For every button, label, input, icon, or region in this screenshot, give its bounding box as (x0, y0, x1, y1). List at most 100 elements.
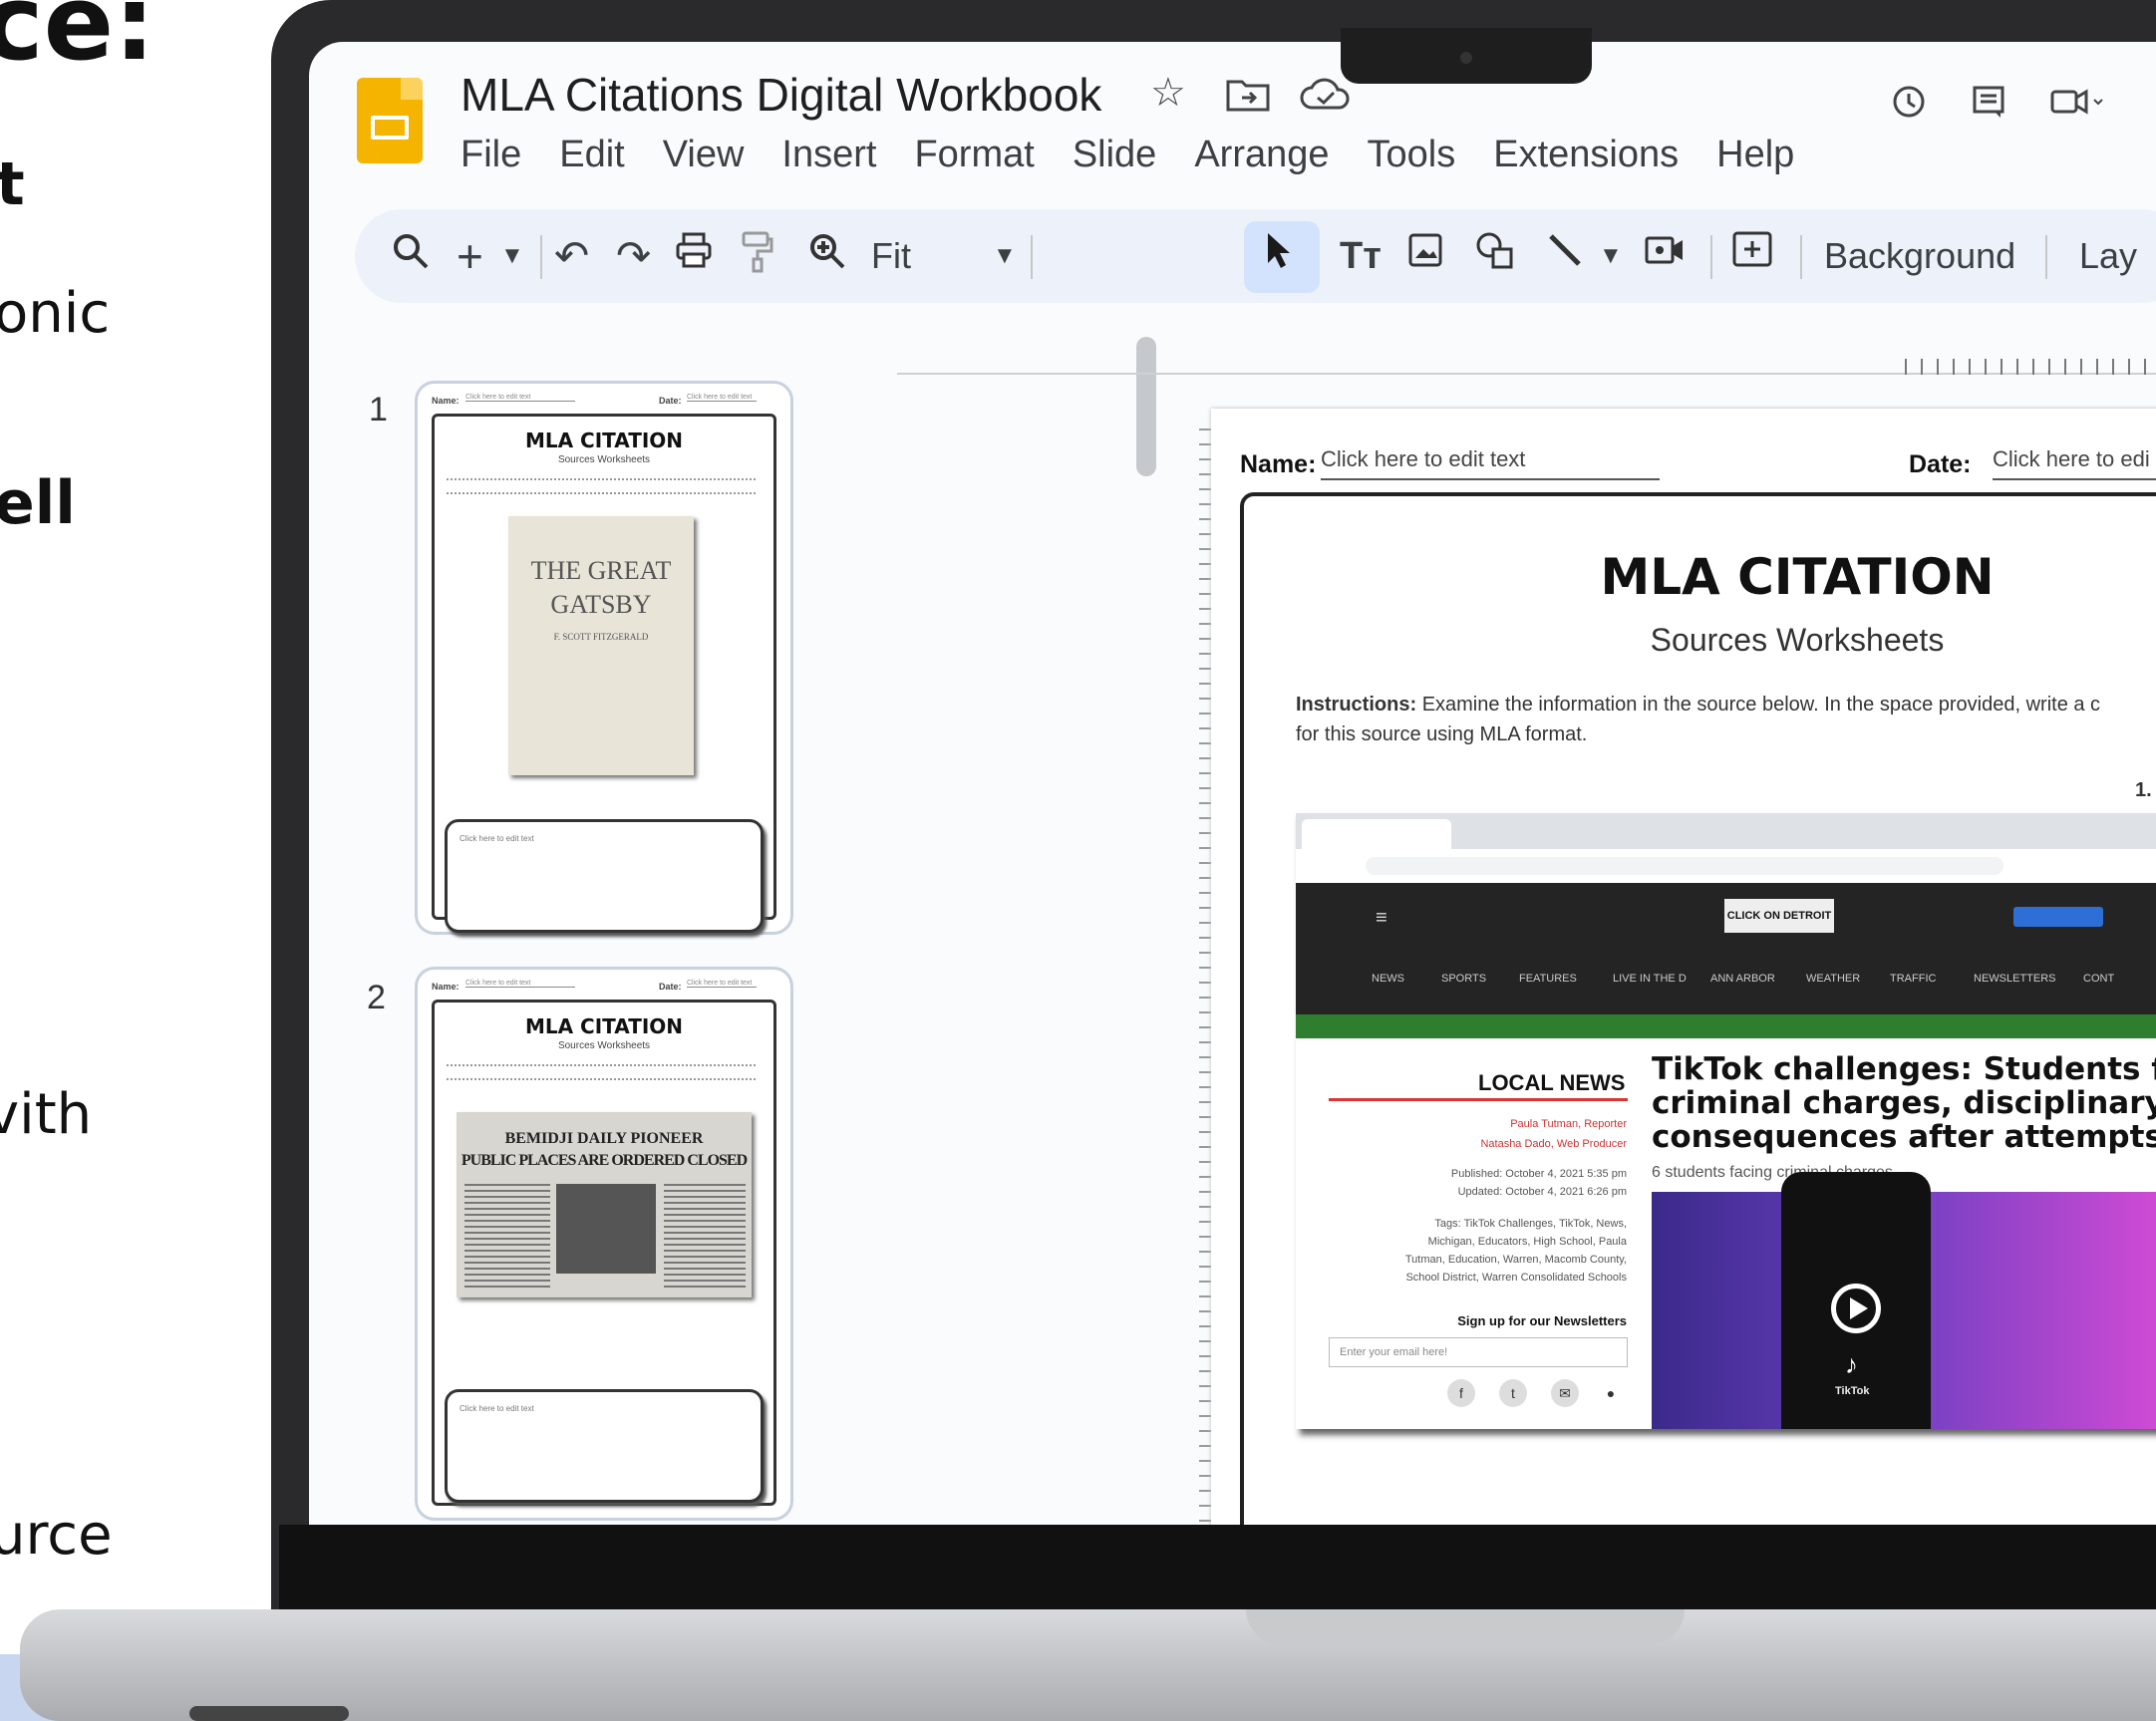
thumb-title: MLA CITATION (524, 1014, 684, 1038)
site-nav-traffic: TRAFFIC (1890, 973, 1937, 985)
article-author-2: Natasha Dado, Web Producer (1480, 1138, 1627, 1150)
newsletter-heading: Sign up for our Newsletters (1457, 1313, 1627, 1328)
newspaper-columns (664, 1184, 746, 1288)
browser-address-bar (1296, 849, 2156, 884)
instructions-text: Examine the information in the source be… (1421, 694, 2101, 716)
slide-canvas[interactable]: Name: Click here to edit text Date: Clic… (1211, 409, 2156, 1525)
newsletter-email-field: Enter your email here! (1329, 1337, 1628, 1367)
section-divider (1329, 1098, 1628, 1101)
instructions-line2: for this source using MLA format. (1296, 723, 1588, 745)
line-dropdown-icon[interactable]: ▼ (1599, 229, 1623, 283)
menu-file[interactable]: File (461, 134, 521, 176)
shape-icon[interactable] (1473, 229, 1517, 286)
email-icon: ✉ (1551, 1379, 1579, 1407)
horizontal-ruler-ticks (1905, 359, 2156, 375)
book-author: F. SCOTT FITZGERALD (553, 632, 649, 642)
thumb-name-label: Name: (432, 982, 460, 992)
facebook-icon: f (1447, 1379, 1475, 1407)
article-published: Published: October 4, 2021 5:35 pm (1450, 1168, 1627, 1180)
tiktok-icon: ♪ (1845, 1349, 1858, 1379)
name-label: Name: (1240, 450, 1317, 478)
site-nav-weather: WEATHER (1806, 973, 1861, 985)
menu-help[interactable]: Help (1716, 134, 1794, 176)
article-updated: Updated: October 4, 2021 6:26 pm (1457, 1186, 1627, 1198)
zoom-dropdown-icon[interactable]: ▼ (993, 229, 1017, 283)
new-slide-plus-icon[interactable]: + (457, 229, 483, 283)
worksheet-frame: MLA CITATION Sources Worksheets Instruct… (1240, 492, 2156, 1525)
toolbar-divider (2045, 235, 2047, 279)
toolbar: + ▼ ↶ ↷ Fit ▼ Tт ▼ Background Lay (355, 209, 2156, 303)
laptop-opening-notch (1246, 1609, 1685, 1645)
cloud-saved-icon[interactable] (1300, 76, 1352, 122)
filmstrip-scrollbar[interactable] (1136, 337, 1156, 476)
undo-icon[interactable]: ↶ (554, 229, 589, 283)
background-button[interactable]: Background (1824, 229, 2015, 283)
thumb-subtitle: Sources Worksheets (557, 454, 651, 465)
newspaper-columns (464, 1184, 550, 1288)
newspaper-clipping: BEMIDJI DAILY PIONEER PUBLIC PLACES ARE … (457, 1112, 752, 1297)
browser-tabs (1296, 813, 2156, 849)
item-number: 1. (2135, 779, 2152, 801)
document-title[interactable]: MLA Citations Digital Workbook (461, 68, 1101, 122)
article-tags-3: Tutman, Education, Warren, Macomb County… (1404, 1254, 1627, 1266)
slide-thumbnail-1[interactable]: Name: Click here to edit text Date: Clic… (415, 381, 793, 935)
site-header: ≡ CLICK ON DETROIT NEWS SPORTS FEATURES … (1296, 883, 2156, 1014)
slide-number: 1 (369, 391, 388, 429)
article-headline-line1: TikTok challenges: Students fac (1652, 1051, 2156, 1087)
zoom-select[interactable]: Fit (871, 229, 911, 283)
article-photo: ♪ TikTok (1652, 1172, 2156, 1429)
slide-number: 2 (367, 979, 386, 1016)
menu-insert[interactable]: Insert (781, 134, 876, 176)
insert-video-icon[interactable] (1643, 229, 1687, 283)
laptop-foot (189, 1706, 349, 1721)
menu-format[interactable]: Format (914, 134, 1034, 176)
instructions-label: Instructions: (1296, 694, 1417, 716)
insert-comment-icon[interactable] (1730, 229, 1774, 286)
menu-slide[interactable]: Slide (1073, 134, 1157, 176)
site-nav-features: FEATURES (1519, 973, 1577, 985)
date-label: Date: (1909, 450, 1972, 478)
comments-icon[interactable] (1969, 82, 2008, 131)
meet-icon[interactable] (2048, 82, 2108, 131)
select-cursor-icon[interactable] (1258, 229, 1298, 286)
book-title-line2: GATSBY (550, 590, 652, 619)
promo-text-fragment: urce (0, 1503, 113, 1568)
new-slide-dropdown-icon[interactable]: ▼ (500, 229, 524, 283)
star-icon[interactable]: ☆ (1150, 70, 1186, 116)
phone-image: ♪ TikTok (1781, 1172, 1931, 1429)
vertical-ruler (1199, 429, 1211, 1525)
menu-bar: File Edit View Insert Format Slide Arran… (461, 134, 1794, 176)
toolbar-divider (1031, 235, 1033, 279)
insert-image-icon[interactable] (1405, 229, 1445, 283)
article-tags-4: School District, Warren Consolidated Sch… (1405, 1272, 1627, 1284)
site-nav-ann-arbor: ANN ARBOR (1710, 973, 1775, 985)
slides-logo-icon[interactable] (357, 78, 423, 163)
slide-thumbnail-2[interactable]: Name: Click here to edit text Date: Clic… (415, 967, 793, 1521)
search-menus-icon[interactable] (389, 229, 433, 286)
menu-view[interactable]: View (663, 134, 745, 176)
line-icon[interactable] (1545, 229, 1585, 283)
toolbar-divider (1710, 235, 1712, 279)
article-headline-line3: consequences after attempts (1652, 1119, 2156, 1155)
menu-extensions[interactable]: Extensions (1493, 134, 1679, 176)
zoom-icon[interactable] (805, 229, 849, 286)
redo-icon[interactable]: ↷ (616, 229, 651, 283)
menu-edit[interactable]: Edit (559, 134, 624, 176)
thumb-subtitle: Sources Worksheets (557, 1040, 651, 1051)
toolbar-divider (540, 235, 542, 279)
menu-tools[interactable]: Tools (1368, 134, 1456, 176)
thumb-answer-box: Click here to edit text (445, 1389, 764, 1503)
move-folder-icon[interactable] (1226, 76, 1270, 122)
date-field[interactable]: Click here to edi (1993, 446, 2156, 480)
thumb-instruction-lines (447, 478, 756, 494)
paint-format-icon[interactable] (740, 229, 775, 286)
newspaper-photo (556, 1184, 656, 1274)
print-icon[interactable] (674, 229, 714, 283)
layout-button[interactable]: Lay (2079, 229, 2137, 283)
version-history-icon[interactable] (1889, 82, 1929, 131)
local-news-heading: LOCAL NEWS (1478, 1070, 1626, 1095)
name-field[interactable]: Click here to edit text (1321, 446, 1660, 480)
source-article-screenshot: ≡ CLICK ON DETROIT NEWS SPORTS FEATURES … (1296, 813, 2156, 1429)
menu-arrange[interactable]: Arrange (1194, 134, 1329, 176)
text-box-icon[interactable]: Tт (1340, 229, 1382, 283)
